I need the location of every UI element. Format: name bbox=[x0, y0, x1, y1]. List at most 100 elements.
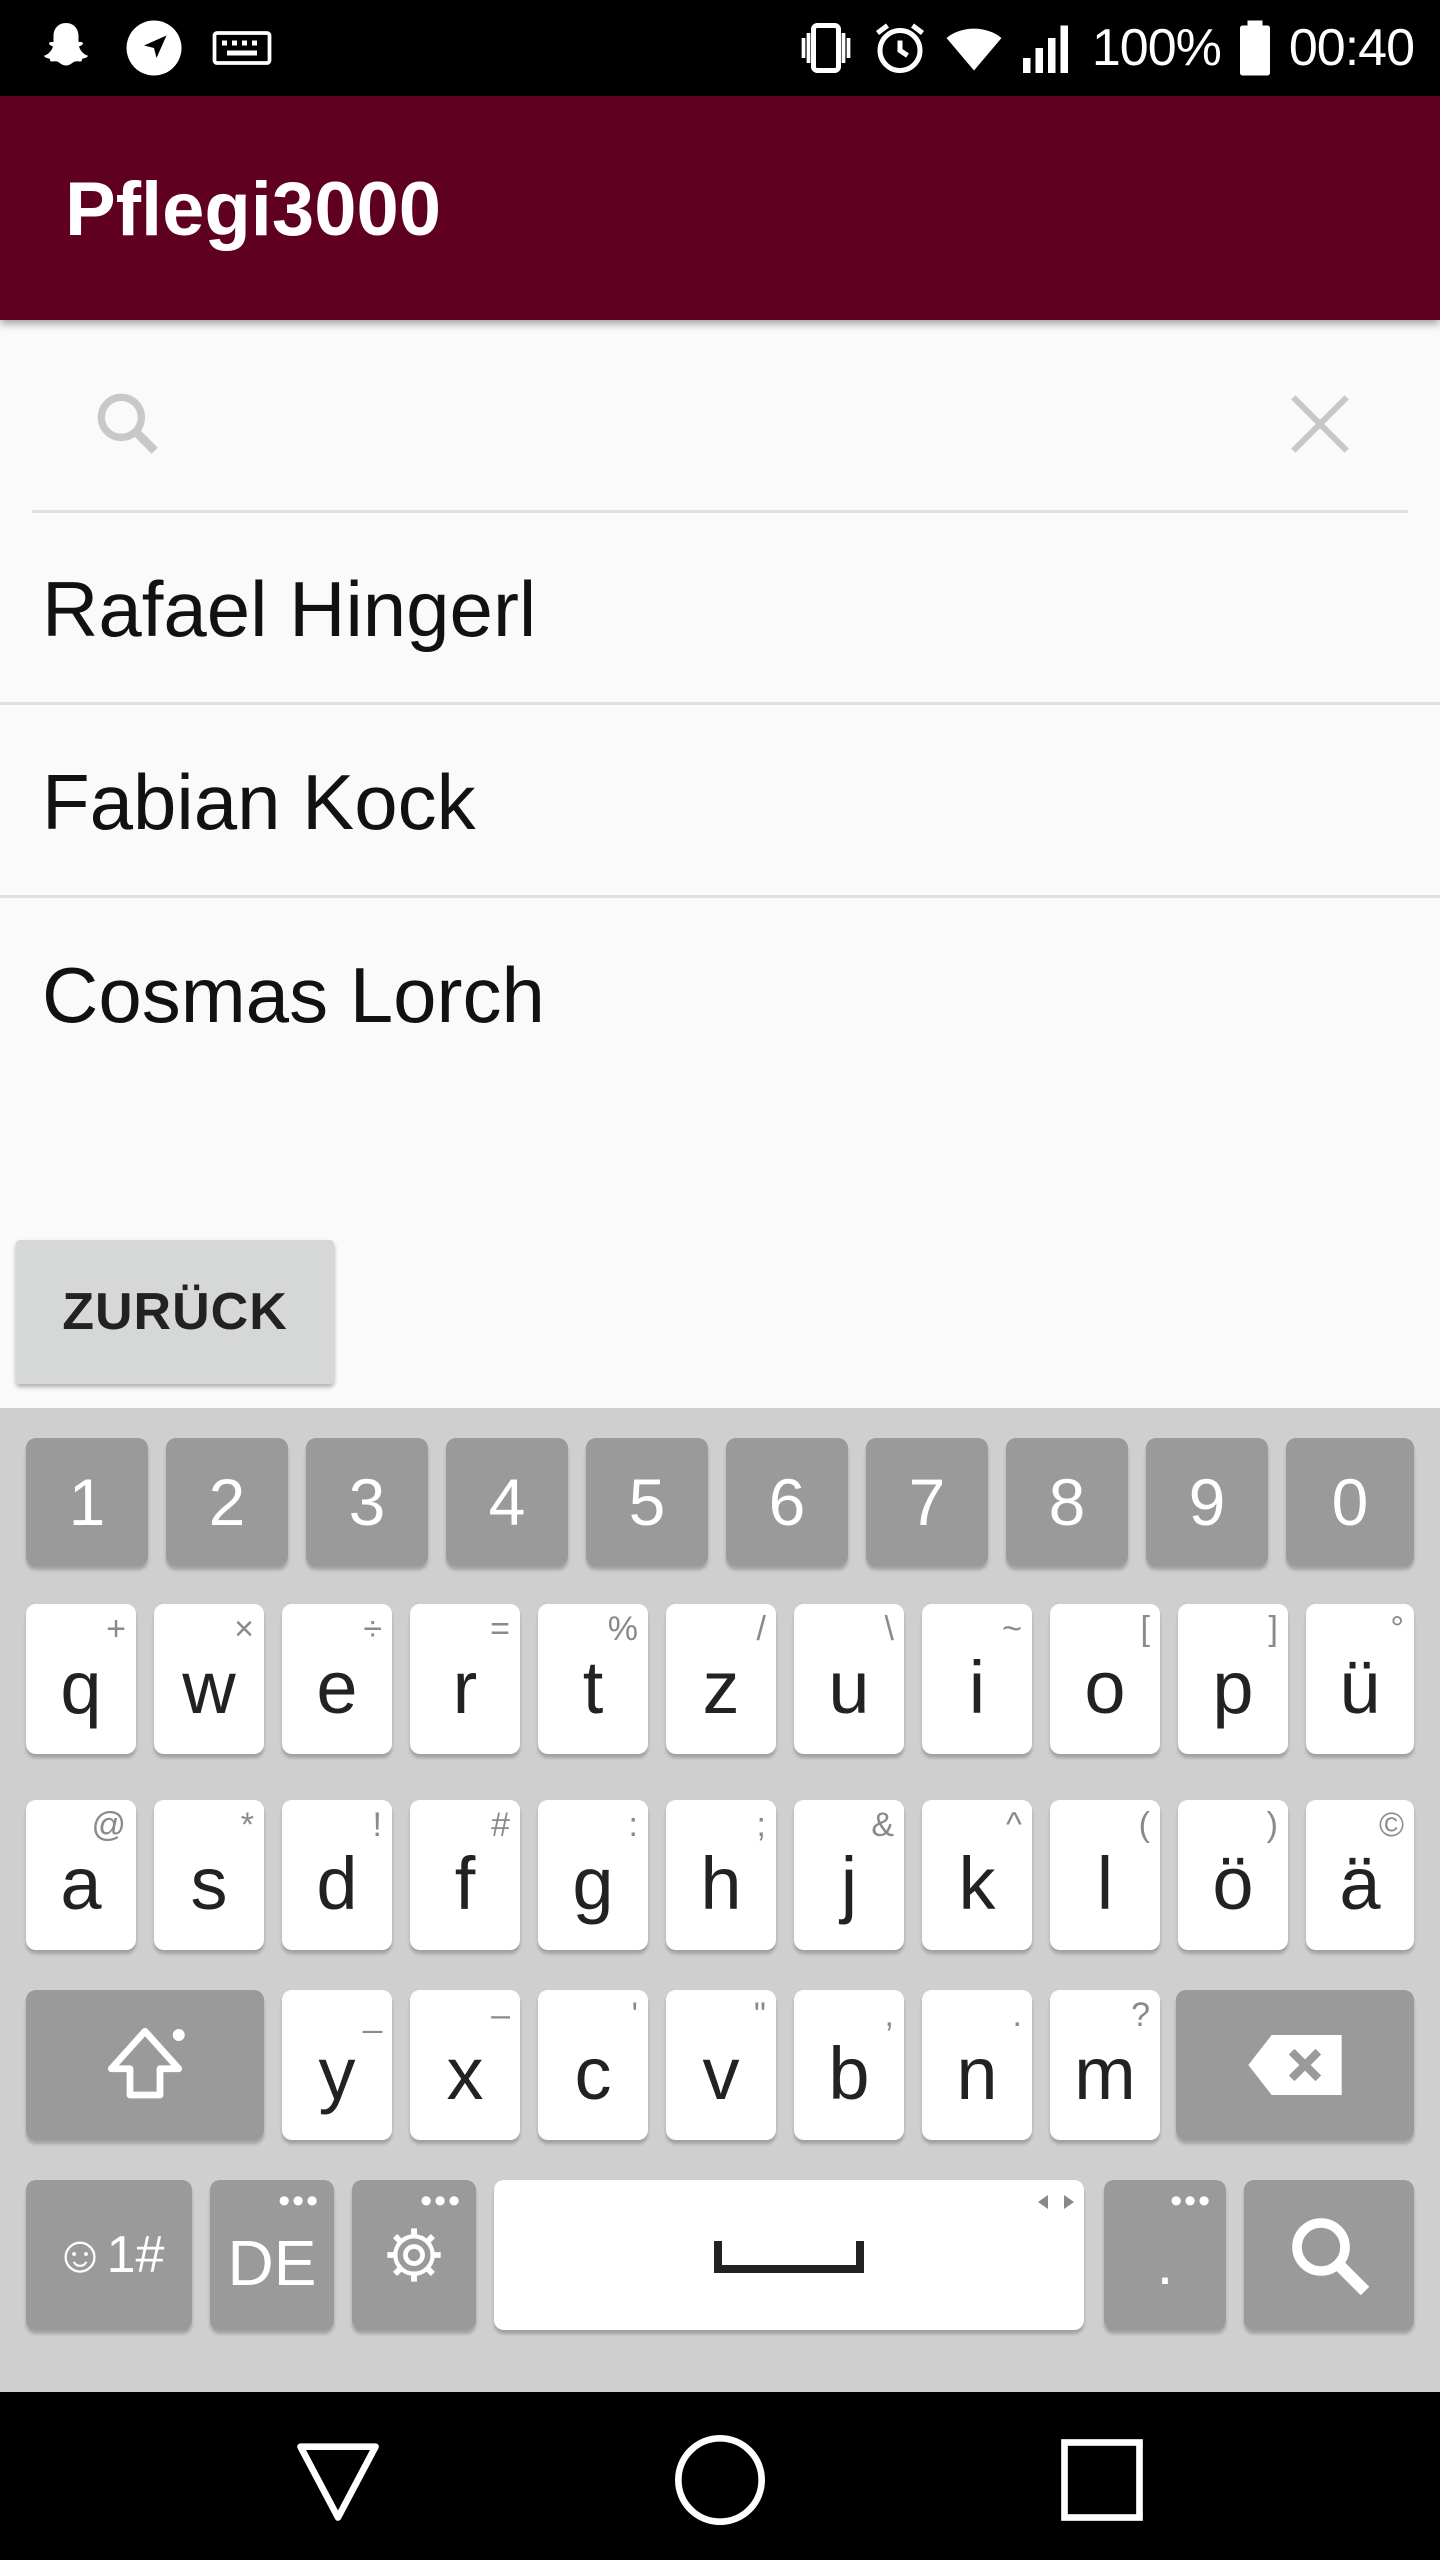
key-n[interactable]: .n bbox=[922, 1990, 1032, 2140]
status-bar-left bbox=[36, 0, 272, 96]
backspace-key[interactable] bbox=[1176, 1990, 1414, 2140]
language-key[interactable]: ••• DE bbox=[210, 2180, 334, 2330]
backspace-icon bbox=[1248, 2035, 1342, 2095]
key-a-umlaut[interactable]: © ä bbox=[1306, 1800, 1414, 1950]
list-item[interactable]: Cosmas Lorch bbox=[0, 898, 1440, 1088]
snapchat-icon bbox=[36, 18, 96, 78]
recents-square-icon[interactable] bbox=[1052, 2430, 1152, 2530]
period-label: . bbox=[1156, 2229, 1174, 2297]
search-bar bbox=[32, 340, 1408, 513]
key-4[interactable]: 4 bbox=[446, 1438, 568, 1566]
key-label: h bbox=[700, 1841, 742, 1925]
more-indicator: ••• bbox=[1170, 2182, 1212, 2220]
key-6[interactable]: 6 bbox=[726, 1438, 848, 1566]
key-u-umlaut[interactable]: ° ü bbox=[1306, 1604, 1414, 1754]
key-hint: * bbox=[240, 1806, 254, 1844]
search-input[interactable] bbox=[202, 380, 1206, 472]
symbols-key[interactable]: ☺1# bbox=[26, 2180, 192, 2330]
list-item[interactable]: Rafael Hingerl bbox=[0, 512, 1440, 705]
vibrate-icon bbox=[796, 18, 856, 78]
cursor-arrows-icon bbox=[1038, 2195, 1074, 2209]
key-label: i bbox=[968, 1645, 986, 1729]
key-v[interactable]: " v bbox=[666, 1990, 776, 2140]
key-q[interactable]: + q bbox=[26, 1604, 136, 1754]
key-j[interactable]: & j bbox=[794, 1800, 904, 1950]
key-label: w bbox=[182, 1645, 236, 1729]
list-item[interactable]: Fabian Kock bbox=[0, 705, 1440, 898]
key-hint: ; bbox=[756, 1806, 766, 1844]
key-c[interactable]: ' c bbox=[538, 1990, 648, 2140]
back-button[interactable]: ZURÜCK bbox=[16, 1240, 334, 1384]
key-s[interactable]: * s bbox=[154, 1800, 264, 1950]
key-d[interactable]: ! d bbox=[282, 1800, 392, 1950]
key-i[interactable]: ~ i bbox=[922, 1604, 1032, 1754]
key-hint: ÷ bbox=[363, 1610, 382, 1648]
key-label: y bbox=[318, 2031, 356, 2115]
settings-key[interactable]: ••• bbox=[352, 2180, 476, 2330]
space-bar[interactable] bbox=[494, 2180, 1084, 2330]
status-bar: 100% 00:40 bbox=[0, 0, 1440, 96]
key-0[interactable]: 0 bbox=[1286, 1438, 1414, 1566]
key-u[interactable]: \ u bbox=[794, 1604, 904, 1754]
key-o-umlaut[interactable]: ) ö bbox=[1178, 1800, 1288, 1950]
key-r[interactable]: = r bbox=[410, 1604, 520, 1754]
battery-icon bbox=[1235, 18, 1275, 78]
key-hint: ° bbox=[1390, 1610, 1404, 1648]
key-label: s bbox=[190, 1841, 228, 1925]
key-hint: \ bbox=[884, 1610, 894, 1648]
period-key[interactable]: ••• . bbox=[1104, 2180, 1226, 2330]
key-hint: ( bbox=[1138, 1806, 1150, 1844]
key-hint: = bbox=[490, 1610, 510, 1648]
key-hint: , bbox=[884, 1996, 894, 2034]
list-item-label: Rafael Hingerl bbox=[42, 565, 537, 653]
key-z[interactable]: / z bbox=[666, 1604, 776, 1754]
key-b[interactable]: ,b bbox=[794, 1990, 904, 2140]
key-y[interactable]: _ y bbox=[282, 1990, 392, 2140]
patient-list: Rafael Hingerl Fabian Kock Cosmas Lorch bbox=[0, 512, 1440, 1088]
key-label: j bbox=[840, 1841, 858, 1925]
key-e[interactable]: ÷ e bbox=[282, 1604, 392, 1754]
key-label: r bbox=[452, 1645, 478, 1729]
list-item-label: Cosmas Lorch bbox=[42, 951, 545, 1039]
close-icon[interactable] bbox=[1280, 384, 1360, 464]
key-label: o bbox=[1084, 1645, 1126, 1729]
key-label: ö bbox=[1212, 1841, 1254, 1925]
app-bar: Pflegi3000 bbox=[0, 96, 1440, 320]
key-label: d bbox=[316, 1841, 358, 1925]
key-p[interactable]: ] p bbox=[1178, 1604, 1288, 1754]
space-icon bbox=[714, 2241, 864, 2273]
key-7[interactable]: 7 bbox=[866, 1438, 988, 1566]
key-hint: ] bbox=[1268, 1610, 1278, 1648]
key-2[interactable]: 2 bbox=[166, 1438, 288, 1566]
key-k[interactable]: ^ k bbox=[922, 1800, 1032, 1950]
key-hint: . bbox=[1012, 1996, 1022, 2034]
key-o[interactable]: [o bbox=[1050, 1604, 1160, 1754]
back-triangle-icon[interactable] bbox=[288, 2430, 388, 2530]
more-indicator: ••• bbox=[278, 2182, 320, 2220]
key-1[interactable]: 1 bbox=[26, 1438, 148, 1566]
key-x[interactable]: – x bbox=[410, 1990, 520, 2140]
search-key[interactable] bbox=[1244, 2180, 1414, 2330]
key-f[interactable]: # f bbox=[410, 1800, 520, 1950]
home-circle-icon[interactable] bbox=[670, 2430, 770, 2530]
key-hint: _ bbox=[363, 1996, 382, 2034]
key-label: g bbox=[572, 1841, 614, 1925]
key-l[interactable]: (l bbox=[1050, 1800, 1160, 1950]
key-m[interactable]: ? m bbox=[1050, 1990, 1160, 2140]
key-hint: ) bbox=[1266, 1806, 1278, 1844]
key-5[interactable]: 5 bbox=[586, 1438, 708, 1566]
key-9[interactable]: 9 bbox=[1146, 1438, 1268, 1566]
key-hint: ^ bbox=[1006, 1806, 1022, 1844]
key-t[interactable]: % t bbox=[538, 1604, 648, 1754]
key-w[interactable]: × w bbox=[154, 1604, 264, 1754]
key-a[interactable]: @ a bbox=[26, 1800, 136, 1950]
navigation-icon bbox=[124, 18, 184, 78]
key-h[interactable]: ; h bbox=[666, 1800, 776, 1950]
battery-percent: 100% bbox=[1091, 19, 1222, 77]
key-3[interactable]: 3 bbox=[306, 1438, 428, 1566]
shift-key[interactable] bbox=[26, 1990, 264, 2140]
key-hint: @ bbox=[91, 1806, 126, 1844]
key-hint: ~ bbox=[1002, 1610, 1022, 1648]
key-8[interactable]: 8 bbox=[1006, 1438, 1128, 1566]
key-g[interactable]: :g bbox=[538, 1800, 648, 1950]
